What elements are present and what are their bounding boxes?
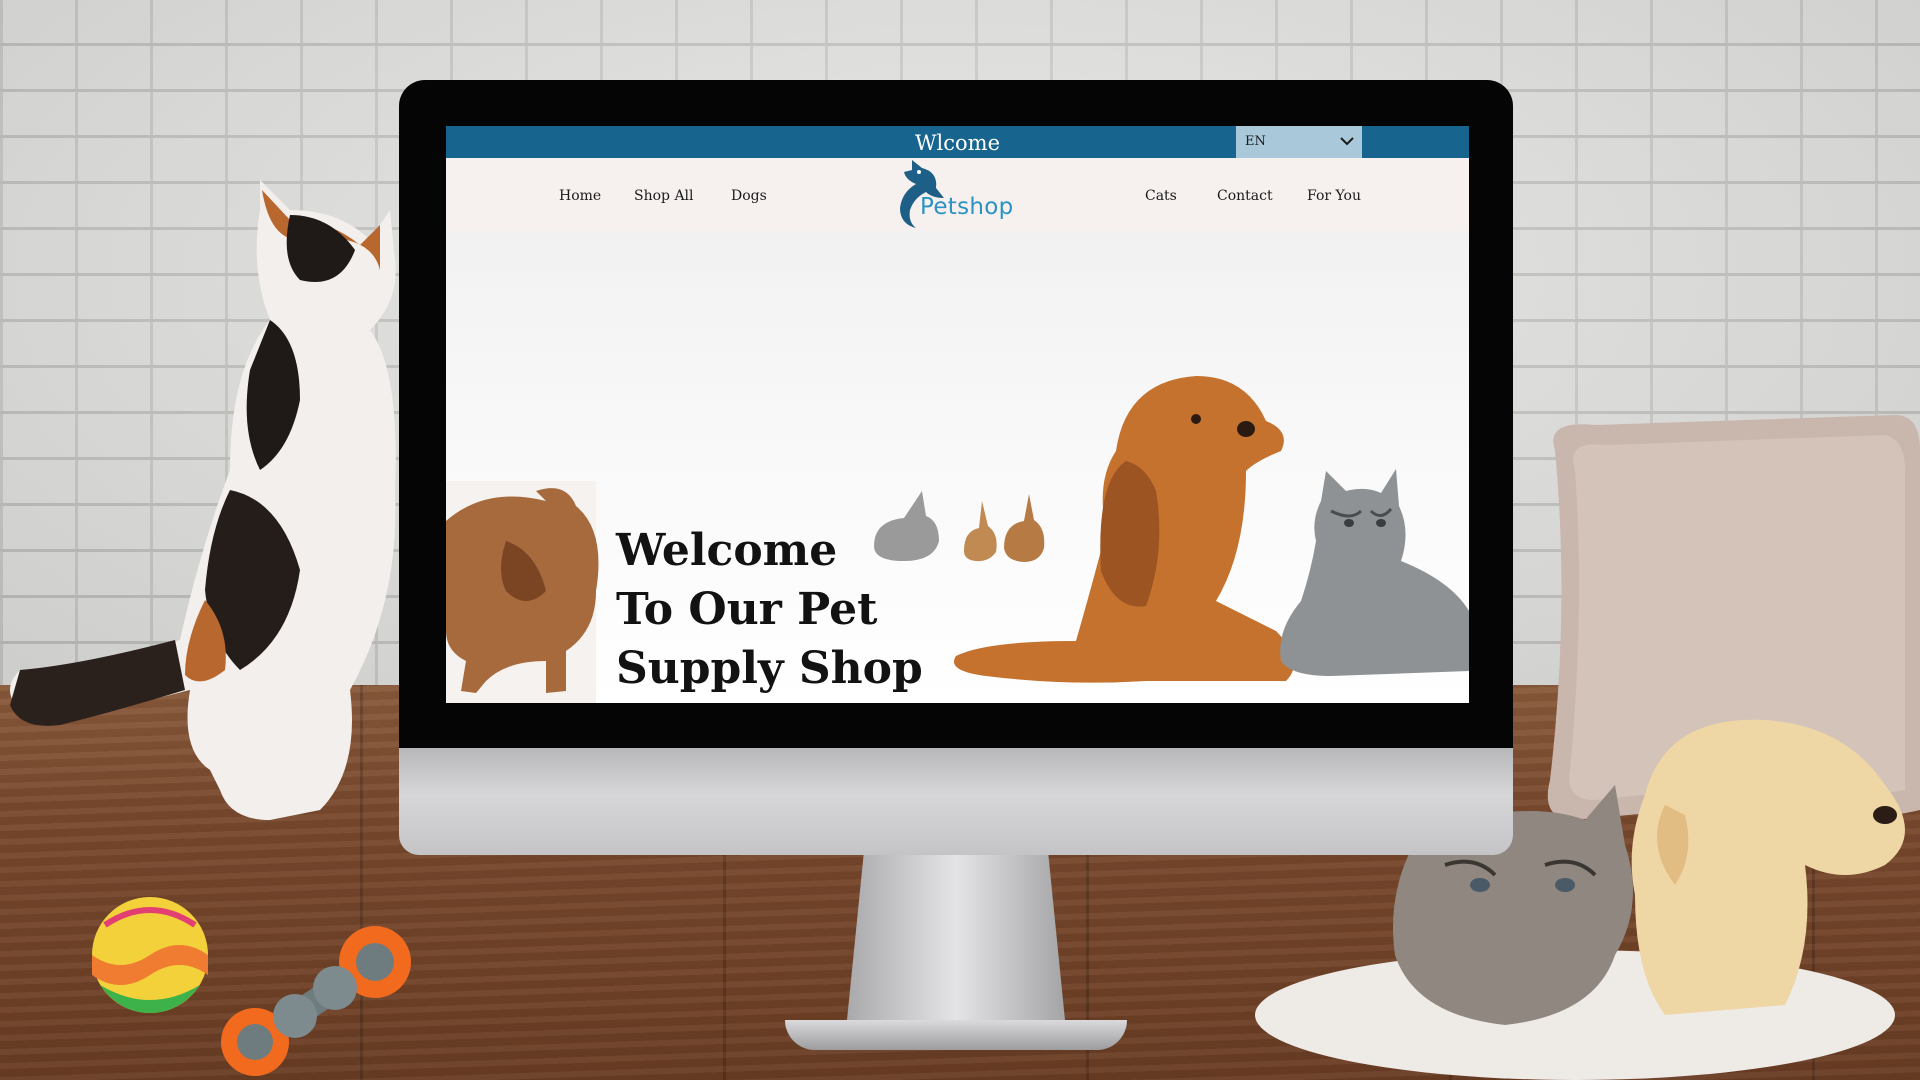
toy-ball-decoration [92,897,208,1013]
monitor-stand-base [785,1020,1127,1050]
photo-scene: Wlcome EN Home Shop All Dogs Cats Contac… [0,0,1920,1080]
monitor-stand [846,855,1066,1030]
nav-home[interactable]: Home [559,188,601,204]
hero-banner: Welcome To Our Pet Supply Shop [446,231,1469,703]
petshop-logo[interactable]: Petshop [892,158,1032,232]
top-bar: Wlcome EN [446,126,1469,158]
nav-cats[interactable]: Cats [1145,188,1177,204]
hero-heading: Welcome To Our Pet Supply Shop [616,521,956,698]
grey-cat-image [1280,469,1469,676]
monitor-chin [399,748,1513,855]
dachshund-puppy-image [446,481,599,703]
hero-line: Supply Shop [616,643,923,694]
spaniel-dog-image [954,376,1294,683]
calico-cat-decoration [10,180,396,820]
desktop-monitor: Wlcome EN Home Shop All Dogs Cats Contac… [399,80,1513,1050]
chevron-down-icon [1340,137,1354,146]
hero-line: To Our Pet [616,584,878,635]
hero-line: Welcome [616,525,838,576]
language-value: EN [1245,134,1266,149]
language-select[interactable]: EN [1236,126,1362,158]
nav-shop-all[interactable]: Shop All [634,188,694,204]
nav-contact[interactable]: Contact [1217,188,1273,204]
nav-for-you[interactable]: For You [1307,188,1361,204]
website-screen: Wlcome EN Home Shop All Dogs Cats Contac… [446,126,1469,703]
logo-text: Petshop [920,194,1014,220]
nav-dogs[interactable]: Dogs [731,188,767,204]
chew-toy-decoration [221,926,411,1076]
